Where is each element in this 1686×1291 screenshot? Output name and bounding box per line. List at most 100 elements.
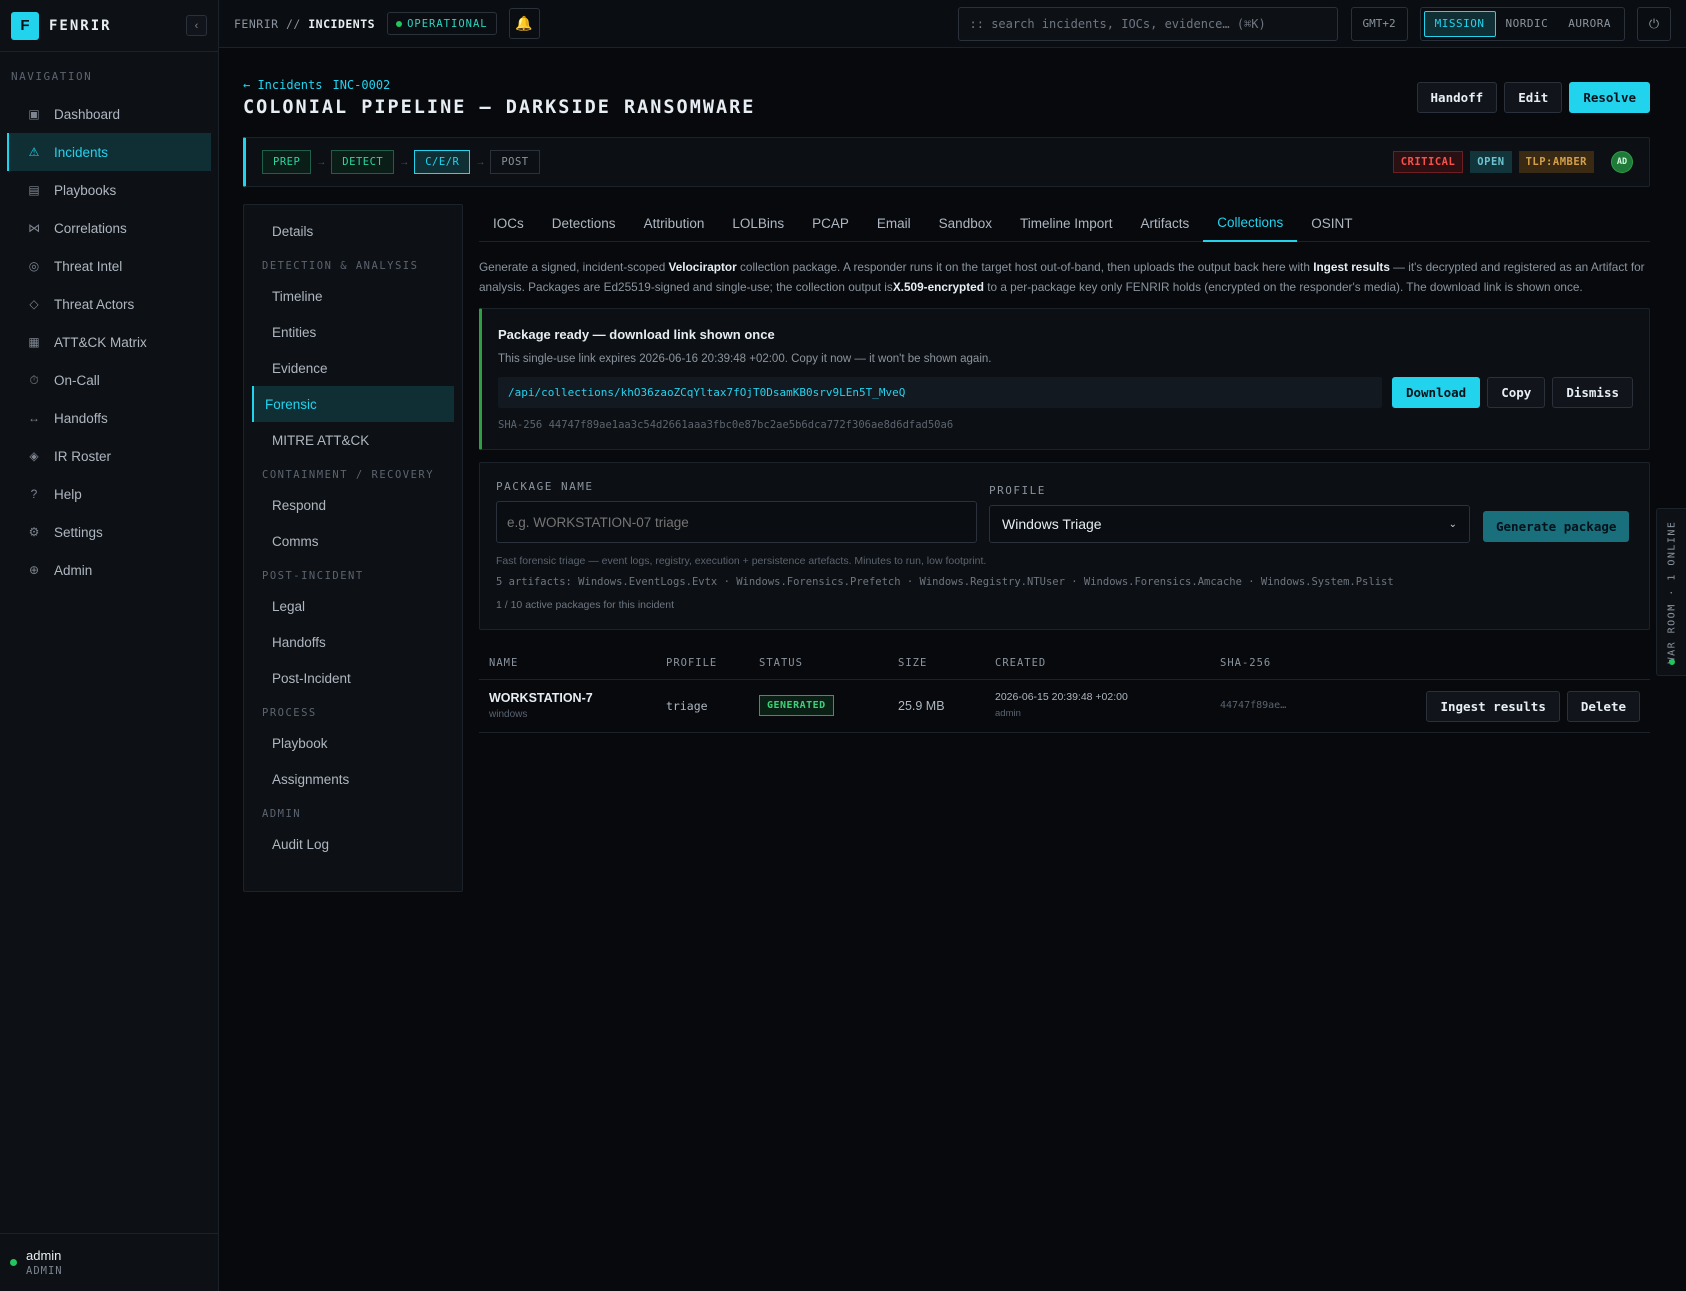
main-nav: ▣ Dashboard ⚠ Incidents ▤ Playbooks ⋈ Correl…	[0, 95, 218, 589]
arrow-right-icon: →	[399, 156, 410, 168]
logout-power-icon[interactable]: ⏻	[1637, 6, 1671, 41]
desc-ingest-results: Ingest results	[1313, 260, 1390, 274]
target-icon: ◎	[28, 259, 40, 273]
package-ready-actions: Download Copy Dismiss	[1391, 377, 1633, 408]
active-package-count: 1 / 10 active packages for this incident	[496, 599, 675, 611]
brand-logo[interactable]: F	[11, 11, 39, 40]
back-to-incidents-link[interactable]: ← Incidents	[243, 78, 322, 92]
handoff-button[interactable]: Handoff	[1416, 82, 1498, 113]
war-room-tab[interactable]: WAR ROOM · 1 ONLINE	[1656, 508, 1686, 676]
tab-sandbox[interactable]: Sandbox	[925, 204, 1006, 242]
sidebar-item-playbooks[interactable]: ▤ Playbooks	[7, 171, 211, 209]
sidebar-item-settings[interactable]: ⚙ Settings	[7, 513, 211, 551]
tab-iocs[interactable]: IOCs	[479, 204, 538, 242]
packages-table: NAME PROFILE STATUS SIZE CREATED SHA-256…	[479, 646, 1650, 733]
forensic-content: IOCs Detections Attribution LOLBins PCAP…	[479, 204, 1650, 733]
sidebar-item-attack-matrix[interactable]: ▦ ATT&CK Matrix	[7, 323, 211, 361]
subnav-forensic[interactable]: Forensic	[252, 386, 454, 422]
row-profile: triage	[666, 699, 708, 713]
dismiss-button[interactable]: Dismiss	[1552, 377, 1633, 408]
sidebar-item-help[interactable]: ? Help	[7, 475, 211, 513]
tab-detections[interactable]: Detections	[538, 204, 630, 242]
collapse-sidebar-button[interactable]: ‹	[186, 15, 207, 36]
subnav-assignments[interactable]: Assignments	[252, 761, 454, 797]
sidebar-item-label: Dashboard	[54, 106, 121, 122]
gear-icon: ⚙	[28, 525, 40, 539]
subnav-comms[interactable]: Comms	[252, 523, 454, 559]
package-sha256: SHA-256 44747f89ae1aa3c54d2661aaa3fbc0e8…	[498, 419, 954, 431]
sidebar-item-correlations[interactable]: ⋈ Correlations	[7, 209, 211, 247]
row-created-by: admin	[995, 708, 1021, 719]
tab-email[interactable]: Email	[863, 204, 925, 242]
row-created: 2026-06-15 20:39:48 +02:00	[995, 691, 1128, 703]
phase-cer[interactable]: C/E/R	[414, 150, 471, 174]
subnav-timeline[interactable]: Timeline	[252, 278, 454, 314]
download-button[interactable]: Download	[1391, 377, 1481, 408]
download-url-field[interactable]: /api/collections/khO36zaoZCqYltax7fOjT0D…	[498, 377, 1382, 408]
notifications-bell-icon[interactable]: 🔔	[508, 8, 540, 39]
phase-post[interactable]: POST	[490, 150, 540, 174]
theme-nordic[interactable]: NORDIC	[1496, 11, 1559, 37]
system-status-text: OPERATIONAL	[407, 17, 488, 30]
table-header: NAME PROFILE STATUS SIZE CREATED SHA-256	[479, 646, 1650, 680]
subnav-handoffs[interactable]: Handoffs	[252, 624, 454, 660]
package-ready-panel: Package ready — download link shown once…	[479, 308, 1650, 450]
global-search-input[interactable]: :: search incidents, IOCs, evidence… (⌘K…	[957, 6, 1338, 41]
resolve-button[interactable]: Resolve	[1569, 82, 1650, 113]
current-user[interactable]: admin ADMIN	[0, 1233, 218, 1291]
sidebar-item-admin[interactable]: ⊕ Admin	[7, 551, 211, 589]
desc-x509: X.509-encrypted	[892, 279, 984, 294]
subnav-section-title: PROCESS	[262, 707, 317, 719]
row-sha: 44747f89ae…	[1220, 700, 1287, 711]
tab-lolbins[interactable]: LOLBins	[718, 204, 798, 242]
timezone-button[interactable]: GMT+2	[1350, 6, 1408, 41]
theme-aurora[interactable]: AURORA	[1558, 11, 1621, 37]
subnav-mitre-attack[interactable]: MITRE ATT&CK	[252, 422, 454, 458]
subnav-evidence[interactable]: Evidence	[252, 350, 454, 386]
subnav-playbook[interactable]: Playbook	[252, 725, 454, 761]
sidebar-item-on-call[interactable]: ⏱ On-Call	[7, 361, 211, 399]
profile-select[interactable]: Windows Triage ⌄	[989, 505, 1470, 543]
sidebar-item-handoffs[interactable]: ↔ Handoffs	[7, 399, 211, 437]
tab-artifacts[interactable]: Artifacts	[1127, 204, 1204, 242]
subnav-legal[interactable]: Legal	[252, 588, 454, 624]
copy-button[interactable]: Copy	[1487, 377, 1546, 408]
sidebar-item-threat-intel[interactable]: ◎ Threat Intel	[7, 247, 211, 285]
edit-button[interactable]: Edit	[1504, 82, 1563, 113]
back-to-incidents: ← Incidents INC-0002	[243, 78, 390, 92]
desc-text: collection package. A responder runs it …	[736, 260, 1314, 274]
tab-osint[interactable]: OSINT	[1297, 204, 1366, 242]
sidebar-item-dashboard[interactable]: ▣ Dashboard	[7, 95, 211, 133]
swap-icon: ↔	[28, 411, 40, 425]
phase-detect[interactable]: DETECT	[331, 150, 395, 174]
package-name-input[interactable]	[496, 501, 977, 543]
profile-artifacts: 5 artifacts: Windows.EventLogs.Evtx · Wi…	[496, 576, 1394, 588]
phase-prep[interactable]: PREP	[262, 150, 312, 174]
tab-attribution[interactable]: Attribution	[630, 204, 719, 242]
assignee-avatar[interactable]: AD	[1611, 151, 1633, 173]
ingest-results-button[interactable]: Ingest results	[1426, 691, 1560, 722]
row-created-cell: 2026-06-15 20:39:48 +02:00 admin	[995, 691, 1128, 719]
warning-icon: ⚠	[28, 145, 40, 159]
subnav-details[interactable]: Details	[252, 213, 454, 249]
subnav-audit-log[interactable]: Audit Log	[252, 826, 454, 862]
desc-text: to a per-package key only FENRIR holds (…	[983, 279, 1583, 294]
sidebar-item-threat-actors[interactable]: ◇ Threat Actors	[7, 285, 211, 323]
tab-timeline-import[interactable]: Timeline Import	[1006, 204, 1127, 242]
playbook-icon: ▤	[28, 183, 40, 197]
generate-package-button[interactable]: Generate package	[1483, 511, 1630, 542]
tab-pcap[interactable]: PCAP	[798, 204, 863, 242]
tab-collections[interactable]: Collections	[1203, 204, 1298, 242]
nav-section-title: NAVIGATION	[11, 70, 93, 83]
subnav-post-incident[interactable]: Post-Incident	[252, 660, 454, 696]
correlation-icon: ⋈	[28, 221, 40, 235]
sidebar-item-ir-roster[interactable]: ◈ IR Roster	[7, 437, 211, 475]
theme-mission[interactable]: MISSION	[1423, 10, 1496, 37]
sidebar: F FENRIR ‹ NAVIGATION ▣ Dashboard ⚠ Incide…	[0, 0, 219, 1291]
col-status: STATUS	[759, 656, 803, 669]
sidebar-item-incidents[interactable]: ⚠ Incidents	[7, 133, 211, 171]
sidebar-item-label: Threat Actors	[54, 296, 135, 312]
delete-button[interactable]: Delete	[1566, 691, 1640, 722]
subnav-entities[interactable]: Entities	[252, 314, 454, 350]
subnav-respond[interactable]: Respond	[252, 487, 454, 523]
